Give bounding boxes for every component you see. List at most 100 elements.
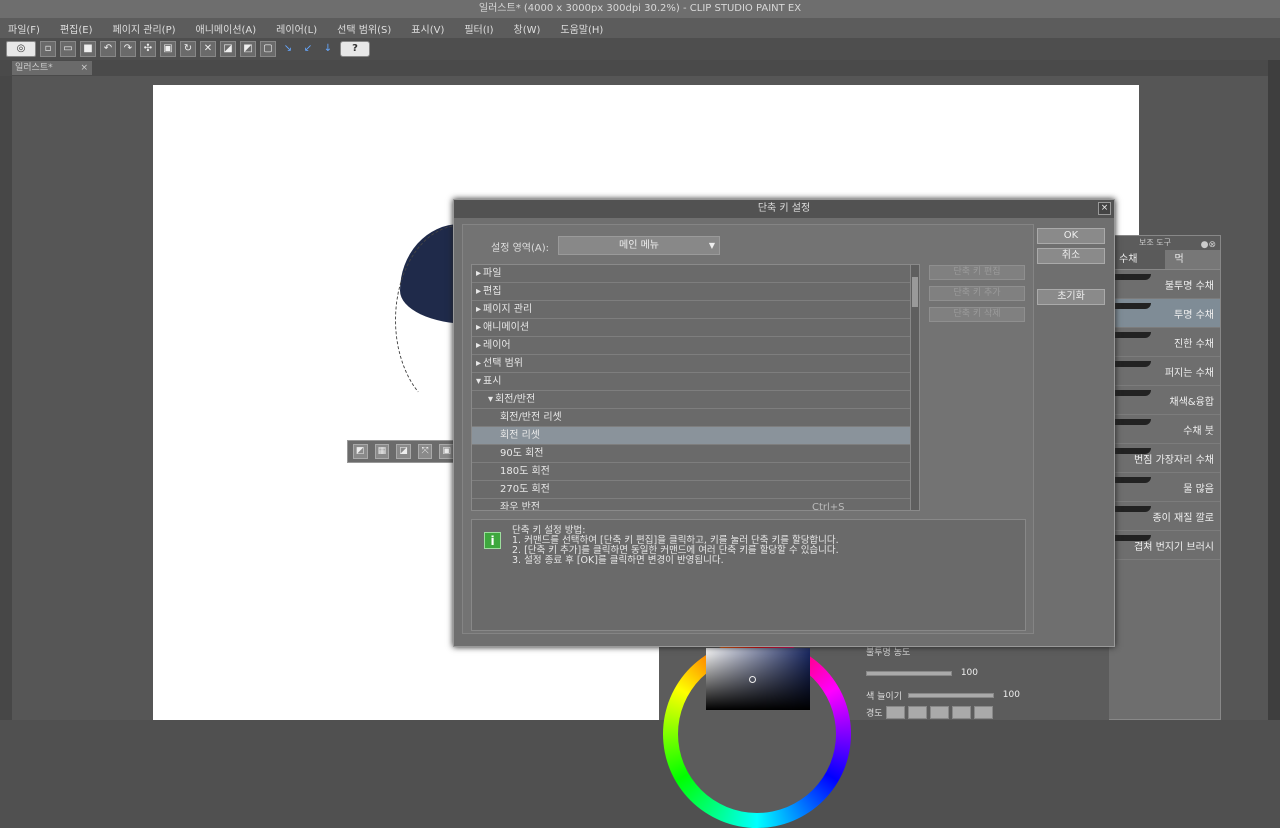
close-icon[interactable]: ×	[1098, 202, 1111, 215]
chevron-right-icon[interactable]: ▸	[476, 304, 481, 315]
add-shortcut-button[interactable]: 단축 키 추가	[929, 286, 1025, 301]
command-row[interactable]: ▸ 편집	[472, 283, 910, 301]
command-row[interactable]: 180도 회전	[472, 463, 910, 481]
command-list[interactable]: ▸ 파일 ▸ 편집 ▸ 페이지 관리 ▸ 애니메이션 ▸ 레이어 ▸ 선택 범위 ▾ 표시 ▾ 회전/반전 회전…	[471, 264, 920, 511]
deselect-icon[interactable]: ◩	[353, 444, 368, 459]
menu-item[interactable]: 페이지 관리(P)	[113, 21, 176, 36]
grid-icon[interactable]: ▦	[374, 444, 390, 459]
ok-button[interactable]: OK	[1037, 228, 1105, 244]
chevron-right-icon[interactable]: ▸	[476, 358, 481, 369]
command-row[interactable]: ▾ 회전/반전	[472, 391, 910, 409]
menu-item[interactable]: 선택 범위(S)	[337, 21, 391, 36]
settings-area-value: 메인 메뉴	[619, 240, 659, 251]
menu-item[interactable]: 애니메이션(A)	[196, 21, 257, 36]
subtool-label: 종이 재질 깔로	[1152, 513, 1214, 524]
command-row[interactable]: ▸ 선택 범위	[472, 355, 910, 373]
scrollbar-thumb[interactable]	[912, 277, 918, 307]
command-row[interactable]: 회전 리셋	[472, 427, 910, 445]
subtool-label: 겹쳐 번지기 브러시	[1134, 542, 1214, 553]
frame-icon[interactable]: ▢	[260, 41, 276, 57]
hardness-step[interactable]	[885, 706, 905, 719]
color-picker-handle[interactable]	[749, 676, 756, 683]
menu-item[interactable]: 레이어(L)	[276, 21, 317, 36]
menu-item[interactable]: 파일(F)	[8, 21, 40, 36]
chevron-down-icon[interactable]: ▾	[476, 376, 481, 387]
command-row[interactable]: 좌우 반전 Ctrl+S	[472, 499, 910, 510]
pen2-icon[interactable]: ↓	[320, 41, 336, 57]
subtool-item[interactable]: 투명 수채	[1109, 299, 1220, 328]
hardness-step[interactable]	[929, 706, 949, 719]
settings-area-label: 설정 영역(A):	[491, 243, 549, 254]
command-row[interactable]: ▸ 파일	[472, 265, 910, 283]
command-row[interactable]: ▾ 표시	[472, 373, 910, 391]
rotate-icon[interactable]: ↻	[180, 41, 196, 57]
command-row[interactable]: ▸ 애니메이션	[472, 319, 910, 337]
chevron-right-icon[interactable]: ▸	[476, 340, 481, 351]
new-icon[interactable]: ▫	[40, 41, 56, 57]
delete-shortcut-button[interactable]: 단축 키 삭제	[929, 307, 1025, 322]
command-list-scrollbar[interactable]	[910, 265, 919, 510]
transform-icon[interactable]: ▣	[160, 41, 176, 57]
save-icon[interactable]: ■	[80, 41, 96, 57]
redo-icon[interactable]: ↷	[120, 41, 136, 57]
cancel-button[interactable]: 취소	[1037, 248, 1105, 264]
tab-watercolor[interactable]: 수채	[1109, 250, 1165, 269]
command-row[interactable]: ▸ 레이어	[472, 337, 910, 355]
clear-icon[interactable]: ◪	[220, 41, 236, 57]
help-info-box: i 단축 키 설정 방법: 1. 커맨드를 선택하여 [단축 키 편집]을 클릭…	[471, 519, 1026, 631]
document-tab[interactable]: 일러스트* ×	[12, 61, 92, 75]
color-square[interactable]	[706, 648, 810, 710]
help-icon[interactable]: ?	[340, 41, 370, 57]
panel-controls-icon[interactable]: ●⊗	[1201, 238, 1216, 252]
hardness-step[interactable]	[973, 706, 993, 719]
subtool-item[interactable]: 수채 붓	[1109, 415, 1220, 444]
lift-value[interactable]: 100	[1000, 690, 1020, 700]
fit-icon[interactable]: ✕	[200, 41, 216, 57]
hardness-step[interactable]	[951, 706, 971, 719]
command-row[interactable]: 회전/반전 리셋	[472, 409, 910, 427]
invert-icon[interactable]: ◪	[396, 444, 411, 459]
tab-ink[interactable]: 먹	[1165, 250, 1221, 269]
pen-icon[interactable]: ↙	[300, 41, 316, 57]
ruler-icon[interactable]: ↘	[280, 41, 296, 57]
right-scrollbar[interactable]	[1268, 60, 1280, 720]
subtool-item[interactable]: 겹쳐 번지기 브러시	[1109, 531, 1220, 560]
opacity-slider[interactable]	[866, 670, 952, 676]
more-icon[interactable]: ▣	[439, 444, 454, 459]
settings-area-select[interactable]: 메인 메뉴 ▼	[558, 236, 720, 255]
expand-icon[interactable]: ⤧	[417, 444, 433, 459]
menu-item[interactable]: 표시(V)	[411, 21, 444, 36]
reset-button[interactable]: 초기화	[1037, 289, 1105, 305]
menu-item[interactable]: 창(W)	[514, 21, 541, 36]
subtool-item[interactable]: 물 많음	[1109, 473, 1220, 502]
chevron-right-icon[interactable]: ▸	[476, 268, 481, 279]
subtool-item[interactable]: 불투명 수채	[1109, 270, 1220, 299]
edit-shortcut-button[interactable]: 단축 키 편집	[929, 265, 1025, 280]
undo-icon[interactable]: ↶	[100, 41, 116, 57]
close-icon[interactable]: ×	[80, 61, 88, 75]
select-icon[interactable]: ✣	[140, 41, 156, 57]
subtool-item[interactable]: 종이 재질 깔로	[1109, 502, 1220, 531]
command-label: 회전 리셋	[500, 430, 540, 441]
subtool-item[interactable]: 퍼지는 수채	[1109, 357, 1220, 386]
fill-icon[interactable]: ◩	[240, 41, 256, 57]
opacity-value[interactable]: 100	[958, 668, 978, 678]
menu-item[interactable]: 필터(I)	[464, 21, 493, 36]
subtool-label: 불투명 수채	[1164, 281, 1214, 292]
menu-item[interactable]: 편집(E)	[60, 21, 93, 36]
subtool-item[interactable]: 번짐 가장자리 수채	[1109, 444, 1220, 473]
lift-slider[interactable]	[907, 692, 994, 698]
open-icon[interactable]: ▭	[60, 41, 76, 57]
subtool-item[interactable]: 채색&융합	[1109, 386, 1220, 415]
command-row[interactable]: 270도 회전	[472, 481, 910, 499]
chevron-down-icon[interactable]: ▾	[488, 394, 493, 405]
command-row[interactable]: 90도 회전	[472, 445, 910, 463]
menu-item[interactable]: 도움말(H)	[560, 21, 603, 36]
command-row[interactable]: ▸ 페이지 관리	[472, 301, 910, 319]
chevron-right-icon[interactable]: ▸	[476, 322, 481, 333]
hardness-step[interactable]	[907, 706, 927, 719]
subtool-item[interactable]: 진한 수채	[1109, 328, 1220, 357]
chevron-right-icon[interactable]: ▸	[476, 286, 481, 297]
app-logo-icon[interactable]: ◎	[6, 41, 36, 57]
subtool-panel-header: 보조 도구 ●⊗	[1109, 236, 1220, 250]
